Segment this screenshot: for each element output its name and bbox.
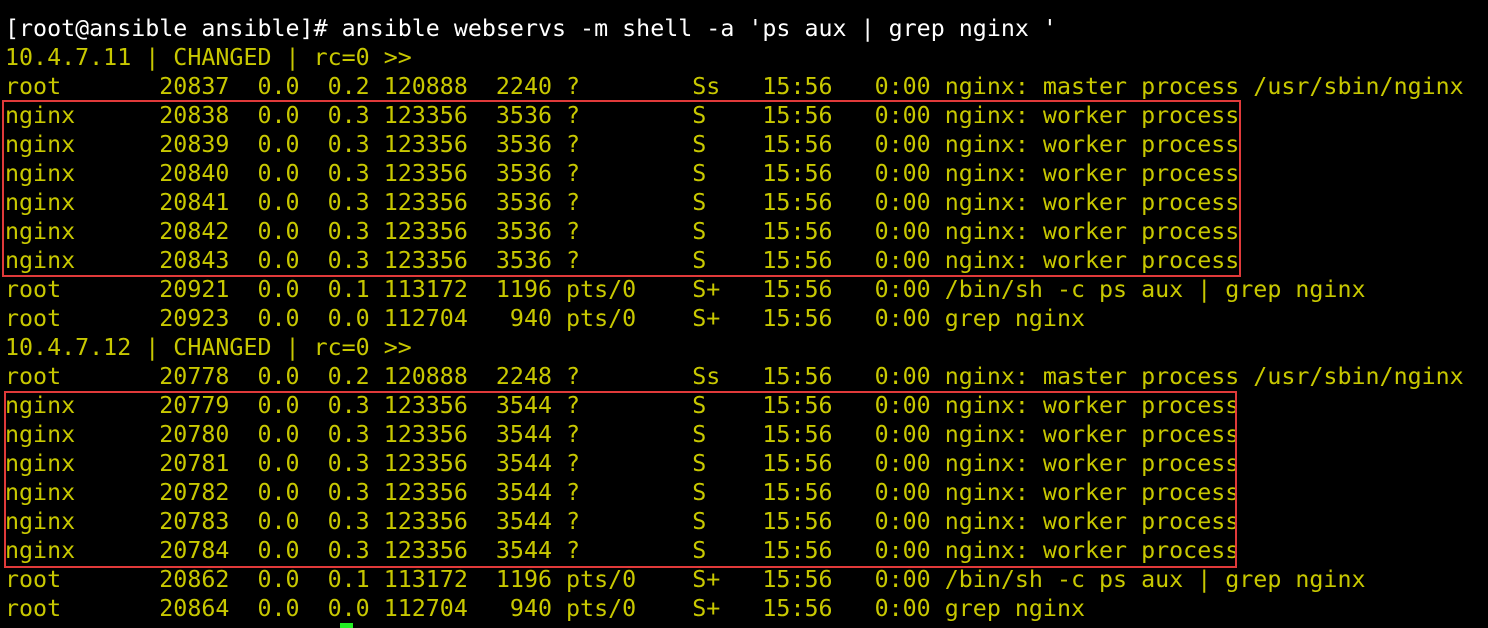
terminal-cursor xyxy=(340,623,353,628)
process-row: root 20862 0.0 0.1 113172 1196 pts/0 S+ … xyxy=(5,566,1366,593)
process-row: root 20864 0.0 0.0 112704 940 pts/0 S+ 1… xyxy=(5,595,1085,622)
process-row-master: root 20778 0.0 0.2 120888 2248 ? Ss 15:5… xyxy=(5,363,1464,390)
process-row-worker: nginx 20782 0.0 0.3 123356 3544 ? S 15:5… xyxy=(5,479,1240,506)
process-row-worker: nginx 20783 0.0 0.3 123356 3544 ? S 15:5… xyxy=(5,508,1240,535)
process-row-worker: nginx 20841 0.0 0.3 123356 3536 ? S 15:5… xyxy=(5,189,1240,216)
terminal-window[interactable]: [root@ansible ansible]# ansible webservs… xyxy=(0,0,1488,628)
process-row-worker: nginx 20781 0.0 0.3 123356 3544 ? S 15:5… xyxy=(5,450,1240,477)
process-row-worker: nginx 20780 0.0 0.3 123356 3544 ? S 15:5… xyxy=(5,421,1240,448)
process-row-worker: nginx 20843 0.0 0.3 123356 3536 ? S 15:5… xyxy=(5,247,1240,274)
process-row-worker: nginx 20840 0.0 0.3 123356 3536 ? S 15:5… xyxy=(5,160,1240,187)
host-header: 10.4.7.12 | CHANGED | rc=0 >> xyxy=(5,334,412,361)
process-row: root 20923 0.0 0.0 112704 940 pts/0 S+ 1… xyxy=(5,305,1085,332)
process-row-worker: nginx 20779 0.0 0.3 123356 3544 ? S 15:5… xyxy=(5,392,1240,419)
host-header: 10.4.7.11 | CHANGED | rc=0 >> xyxy=(5,44,412,71)
process-row-worker: nginx 20842 0.0 0.3 123356 3536 ? S 15:5… xyxy=(5,218,1240,245)
process-row-worker: nginx 20784 0.0 0.3 123356 3544 ? S 15:5… xyxy=(5,537,1240,564)
process-row-worker: nginx 20838 0.0 0.3 123356 3536 ? S 15:5… xyxy=(5,102,1240,129)
command-line: [root@ansible ansible]# ansible webservs… xyxy=(5,15,1057,42)
process-row-master: root 20837 0.0 0.2 120888 2240 ? Ss 15:5… xyxy=(5,73,1464,100)
process-row: root 20921 0.0 0.1 113172 1196 pts/0 S+ … xyxy=(5,276,1366,303)
process-row-worker: nginx 20839 0.0 0.3 123356 3536 ? S 15:5… xyxy=(5,131,1240,158)
